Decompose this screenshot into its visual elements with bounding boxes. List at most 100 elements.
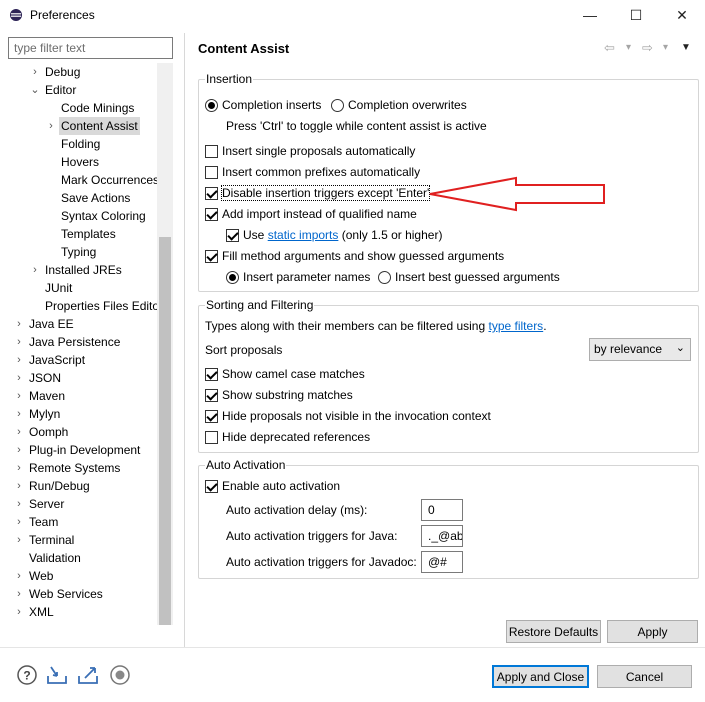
- maximize-button[interactable]: ☐: [613, 0, 659, 30]
- type-filters-link[interactable]: type filters: [489, 319, 544, 333]
- tree-item[interactable]: Properties Files Editor: [8, 297, 163, 315]
- chevron-right-icon[interactable]: ›: [14, 333, 24, 351]
- minimize-button[interactable]: —: [567, 0, 613, 30]
- tree-item[interactable]: Syntax Coloring: [8, 207, 158, 225]
- tree-item[interactable]: › Mylyn: [8, 405, 158, 423]
- forward-arrow-icon[interactable]: ⇨: [642, 40, 653, 56]
- hide-deprecated-checkbox[interactable]: Hide deprecated references: [205, 428, 370, 446]
- camel-case-checkbox[interactable]: Show camel case matches: [205, 365, 365, 383]
- tree-item-label: Run/Debug: [29, 479, 90, 493]
- tree-item-label: Web: [29, 569, 54, 583]
- chevron-right-icon[interactable]: ›: [14, 513, 24, 531]
- tree-item[interactable]: › Content Assist: [8, 117, 158, 135]
- tree-item[interactable]: › Web: [8, 567, 158, 585]
- preference-tree[interactable]: › Debug ⌄ Editor Code Minings › Content Assist…: [8, 63, 173, 625]
- pane-divider[interactable]: [184, 33, 185, 647]
- enable-auto-activation-checkbox[interactable]: Enable auto activation: [205, 477, 340, 495]
- insert-param-names-radio[interactable]: Insert parameter names: [226, 268, 370, 286]
- tree-item[interactable]: Templates: [8, 225, 158, 243]
- chevron-right-icon[interactable]: ›: [14, 567, 24, 585]
- chevron-right-icon[interactable]: ›: [14, 585, 24, 603]
- chevron-right-icon[interactable]: ›: [14, 441, 24, 459]
- chevron-down-icon[interactable]: ⌄: [30, 81, 40, 99]
- view-menu-icon[interactable]: ▼: [681, 42, 691, 53]
- chevron-right-icon[interactable]: ›: [14, 459, 24, 477]
- help-icon[interactable]: ?: [16, 664, 38, 686]
- single-proposals-checkbox[interactable]: Insert single proposals automatically: [205, 142, 415, 160]
- tree-item-label: Java EE: [29, 317, 74, 331]
- import-icon[interactable]: [46, 664, 68, 686]
- delay-input[interactable]: 0: [421, 499, 463, 521]
- tree-item[interactable]: Validation: [8, 549, 158, 567]
- tree-item[interactable]: › Plug-in Development: [8, 441, 158, 459]
- hide-not-visible-checkbox[interactable]: Hide proposals not visible in the invoca…: [205, 407, 491, 425]
- back-arrow-icon[interactable]: ⇦: [604, 40, 615, 56]
- common-prefixes-checkbox[interactable]: Insert common prefixes automatically: [205, 163, 420, 181]
- footer-separator: [0, 647, 705, 648]
- tree-item[interactable]: ⌄ Editor: [8, 81, 158, 99]
- tree-item[interactable]: Mark Occurrences: [8, 171, 159, 189]
- chevron-right-icon[interactable]: ›: [14, 603, 24, 621]
- chevron-right-icon[interactable]: ›: [14, 387, 24, 405]
- record-icon[interactable]: [109, 664, 131, 686]
- tree-item[interactable]: › Run/Debug: [8, 477, 158, 495]
- chevron-right-icon[interactable]: ›: [14, 531, 24, 549]
- add-import-checkbox[interactable]: Add import instead of qualified name: [205, 205, 417, 223]
- tree-item[interactable]: › JSON: [8, 369, 158, 387]
- checkbox-checked-icon: [205, 207, 218, 221]
- cancel-button[interactable]: Cancel: [597, 665, 692, 688]
- tree-item[interactable]: Save Actions: [8, 189, 158, 207]
- completion-inserts-label: Completion inserts: [222, 98, 322, 112]
- chevron-right-icon[interactable]: ›: [46, 117, 56, 135]
- auto-activation-group-label: Auto Activation: [205, 458, 287, 472]
- chevron-right-icon[interactable]: ›: [14, 351, 24, 369]
- fill-arguments-checkbox[interactable]: Fill method arguments and show guessed a…: [205, 247, 504, 265]
- java-triggers-input[interactable]: ._@ab: [421, 525, 463, 547]
- static-imports-link[interactable]: static imports: [268, 228, 339, 242]
- restore-defaults-button[interactable]: Restore Defaults: [506, 620, 601, 643]
- tree-item[interactable]: › Team: [8, 513, 158, 531]
- tree-item[interactable]: › Maven: [8, 387, 158, 405]
- forward-dropdown-icon[interactable]: ▾: [663, 42, 668, 53]
- export-icon[interactable]: [77, 664, 99, 686]
- tree-item[interactable]: › Oomph: [8, 423, 158, 441]
- tree-item[interactable]: › Java EE: [8, 315, 158, 333]
- tree-item[interactable]: › Debug: [8, 63, 158, 81]
- chevron-right-icon[interactable]: ›: [14, 477, 24, 495]
- use-static-imports-checkbox[interactable]: Use static imports (only 1.5 or higher): [226, 226, 442, 244]
- tree-item[interactable]: Folding: [8, 135, 158, 153]
- tree-item[interactable]: › Terminal: [8, 531, 158, 549]
- sort-proposals-select[interactable]: by relevance ⌄: [589, 338, 691, 361]
- chevron-right-icon[interactable]: ›: [14, 405, 24, 423]
- chevron-right-icon[interactable]: ›: [14, 423, 24, 441]
- tree-item[interactable]: › Java Persistence: [8, 333, 158, 351]
- close-button[interactable]: ✕: [659, 0, 705, 30]
- filter-input[interactable]: [8, 37, 173, 59]
- apply-button[interactable]: Apply: [607, 620, 698, 643]
- chevron-right-icon[interactable]: ›: [30, 63, 40, 81]
- tree-item-label: Server: [29, 497, 65, 511]
- tree-item[interactable]: Hovers: [8, 153, 158, 171]
- completion-inserts-radio[interactable]: Completion inserts: [205, 96, 321, 114]
- tree-item[interactable]: › Remote Systems: [8, 459, 158, 477]
- tree-item[interactable]: › Web Services: [8, 585, 158, 603]
- tree-item[interactable]: › JavaScript: [8, 351, 158, 369]
- javadoc-triggers-input[interactable]: @#: [421, 551, 463, 573]
- chevron-right-icon[interactable]: ›: [14, 495, 24, 513]
- disable-triggers-checkbox[interactable]: Disable insertion triggers except 'Enter…: [205, 184, 431, 202]
- tree-item[interactable]: JUnit: [8, 279, 158, 297]
- tree-item[interactable]: › Installed JREs: [8, 261, 158, 279]
- insert-best-guessed-radio[interactable]: Insert best guessed arguments: [378, 268, 560, 286]
- chevron-right-icon[interactable]: ›: [30, 261, 40, 279]
- tree-item[interactable]: Typing: [8, 243, 158, 261]
- apply-and-close-button[interactable]: Apply and Close: [492, 665, 589, 688]
- back-dropdown-icon[interactable]: ▾: [626, 42, 631, 53]
- substring-checkbox[interactable]: Show substring matches: [205, 386, 353, 404]
- tree-item[interactable]: › XML: [8, 603, 158, 621]
- tree-scrollbar-thumb[interactable]: [159, 237, 171, 625]
- tree-item[interactable]: › Server: [8, 495, 158, 513]
- completion-overwrites-radio[interactable]: Completion overwrites: [331, 96, 467, 114]
- chevron-right-icon[interactable]: ›: [14, 369, 24, 387]
- chevron-right-icon[interactable]: ›: [14, 315, 24, 333]
- tree-item[interactable]: Code Minings: [8, 99, 158, 117]
